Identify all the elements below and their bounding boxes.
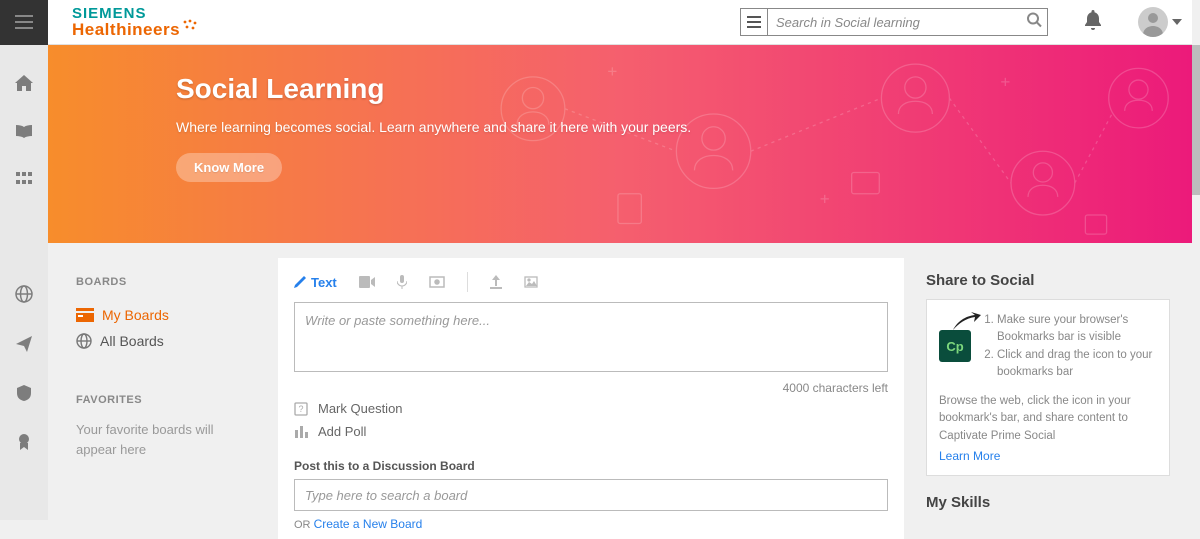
- captivate-prime-bookmarklet[interactable]: Cp: [939, 330, 971, 362]
- share-steps: Make sure your browser's Bookmarks bar i…: [981, 312, 1157, 381]
- tab-screen[interactable]: [429, 276, 445, 288]
- top-bar: SIEMENS Healthineers: [0, 0, 1200, 45]
- brand-bottom: Healthineers: [72, 21, 200, 38]
- shield-icon: [17, 385, 31, 401]
- brand-logo[interactable]: SIEMENS Healthineers: [72, 6, 200, 38]
- poll-icon: [294, 426, 308, 438]
- chevron-down-icon: [1172, 19, 1182, 25]
- boards-heading: BOARDS: [76, 276, 256, 288]
- post-composer: Text 4000 characters left ? Mark Questio…: [278, 258, 904, 539]
- pencil-icon: [294, 276, 306, 288]
- image-icon: [524, 276, 538, 288]
- right-column: Share to Social Cp Make sure your browse…: [926, 258, 1170, 539]
- share-heading: Share to Social: [926, 272, 1170, 289]
- board-search-input[interactable]: [294, 479, 888, 511]
- favorites-heading: FAVORITES: [76, 394, 256, 406]
- question-icon: ?: [294, 402, 308, 416]
- paper-plane-icon: [16, 336, 32, 352]
- tab-video[interactable]: [359, 276, 375, 288]
- mark-question-toggle[interactable]: ? Mark Question: [294, 397, 888, 420]
- nav-social[interactable]: [15, 285, 33, 308]
- svg-text:+: +: [820, 189, 830, 208]
- tab-audio[interactable]: [397, 275, 407, 289]
- know-more-button[interactable]: Know More: [176, 153, 282, 182]
- scrollbar-thumb[interactable]: [1192, 45, 1200, 195]
- nav-send[interactable]: [16, 336, 32, 357]
- boards-icon: [76, 308, 94, 322]
- ribbon-icon: [18, 434, 30, 450]
- favorites-empty-text: Your favorite boards will appear here: [76, 420, 256, 459]
- post-to-label: Post this to a Discussion Board: [294, 459, 888, 473]
- hero-title: Social Learning: [176, 73, 1192, 105]
- tab-image[interactable]: [524, 276, 538, 288]
- user-menu[interactable]: [1138, 7, 1182, 37]
- notifications-button[interactable]: [1084, 10, 1102, 35]
- add-poll-toggle[interactable]: Add Poll: [294, 420, 888, 443]
- tab-upload[interactable]: [490, 275, 502, 289]
- sidebar-item-all-boards[interactable]: All Boards: [76, 328, 256, 354]
- person-icon: [1138, 7, 1168, 37]
- drag-arrow-icon: [951, 312, 981, 332]
- my-boards-label: My Boards: [102, 307, 169, 323]
- create-board-link[interactable]: Create a New Board: [314, 517, 423, 531]
- all-boards-label: All Boards: [100, 333, 164, 349]
- sidebar-item-my-boards[interactable]: My Boards: [76, 302, 256, 328]
- mic-icon: [397, 275, 407, 289]
- home-icon: [15, 75, 33, 91]
- share-step-2: Click and drag the icon to your bookmark…: [997, 347, 1157, 382]
- search-input[interactable]: [768, 8, 1048, 36]
- composer-tabs: Text: [294, 272, 888, 302]
- hamburger-icon: [15, 15, 33, 29]
- video-icon: [359, 276, 375, 288]
- nav-catalog[interactable]: [16, 171, 32, 189]
- my-skills-heading: My Skills: [926, 494, 1170, 511]
- char-counter: 4000 characters left: [294, 381, 888, 395]
- list-icon: [747, 16, 761, 28]
- boards-sidebar: BOARDS My Boards All Boards FAVORITES Yo…: [76, 258, 256, 539]
- hero-subtitle: Where learning becomes social. Learn any…: [176, 119, 1192, 135]
- bell-icon: [1084, 10, 1102, 30]
- share-box: Cp Make sure your browser's Bookmarks ba…: [926, 299, 1170, 476]
- post-textarea[interactable]: [294, 302, 888, 372]
- globe-icon: [76, 333, 92, 349]
- brand-top: SIEMENS: [72, 6, 200, 21]
- nav-home[interactable]: [15, 75, 33, 96]
- grid-icon: [16, 172, 32, 184]
- share-description: Browse the web, click the icon in your b…: [939, 393, 1157, 445]
- book-icon: [15, 124, 33, 138]
- tab-divider: [467, 272, 468, 292]
- social-icon: [15, 285, 33, 303]
- search-button[interactable]: [1026, 12, 1042, 33]
- search-filter-button[interactable]: [740, 8, 768, 36]
- nav-learning[interactable]: [15, 124, 33, 143]
- upload-icon: [490, 275, 502, 289]
- nav-cert[interactable]: [18, 434, 30, 455]
- nav-badge[interactable]: [17, 385, 31, 406]
- create-board-row: OR Create a New Board: [294, 517, 888, 531]
- avatar: [1138, 7, 1168, 37]
- learn-more-link[interactable]: Learn More: [939, 449, 1000, 463]
- left-nav-rail: [0, 45, 48, 520]
- brand-dots-icon: [182, 18, 200, 37]
- svg-text:?: ?: [298, 404, 303, 414]
- search-group: [740, 8, 1048, 36]
- tab-text[interactable]: Text: [294, 275, 337, 290]
- hero-banner: +++ Social Learning Where learning becom…: [48, 45, 1192, 243]
- screen-icon: [429, 276, 445, 288]
- main-menu-button[interactable]: [0, 0, 48, 45]
- share-step-1: Make sure your browser's Bookmarks bar i…: [997, 312, 1157, 347]
- search-icon: [1026, 12, 1042, 28]
